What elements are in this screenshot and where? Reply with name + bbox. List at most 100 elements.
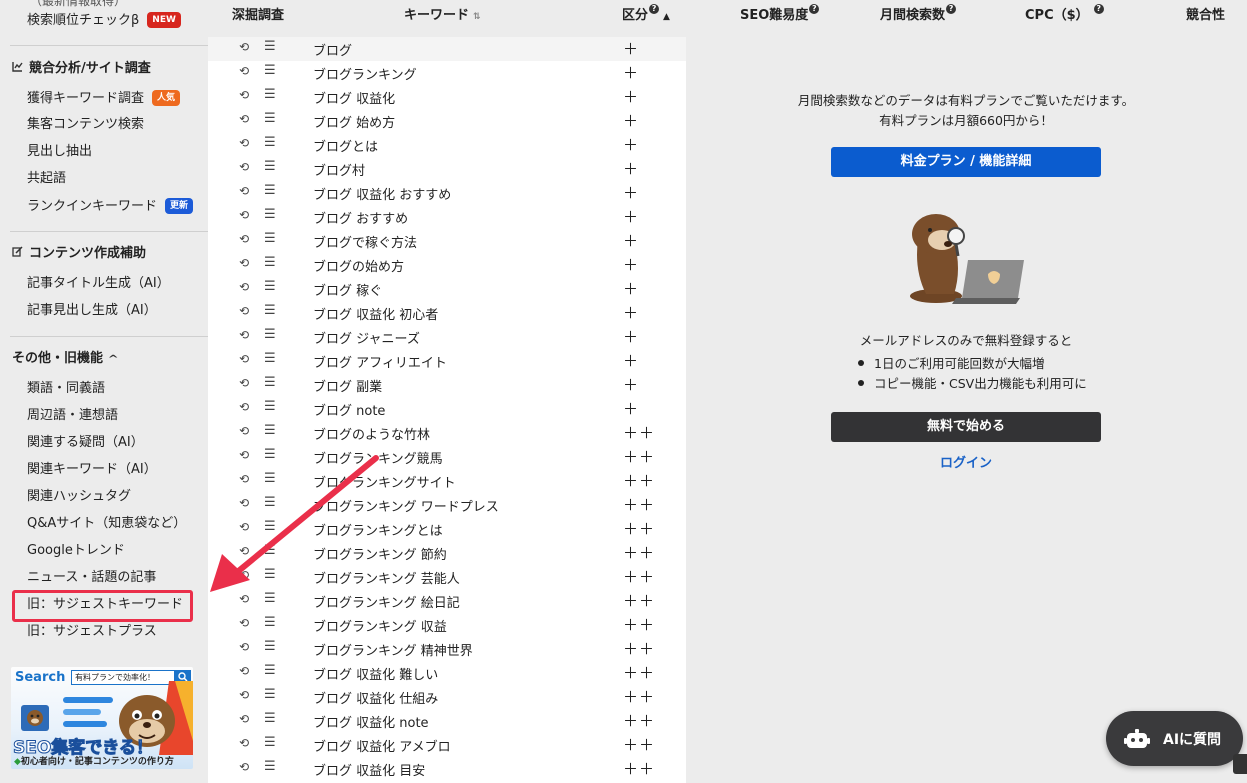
menu-icon[interactable]: ☰ [264,615,276,630]
refresh-icon[interactable]: ⟲ [239,208,249,222]
sidebar-item-title-gen[interactable]: 記事タイトル生成（AI） [27,274,170,294]
keyword-cell[interactable]: ブログ 収益化 目安 [313,760,425,779]
keyword-cell[interactable]: ブログ 収益化 おすすめ [313,184,451,203]
menu-icon[interactable]: ☰ [264,159,276,174]
menu-icon[interactable]: ☰ [264,111,276,126]
keyword-cell[interactable]: ブログの始め方 [313,256,404,275]
sort-icon[interactable]: ⇅ [473,12,481,22]
menu-icon[interactable]: ☰ [264,711,276,726]
refresh-icon[interactable]: ⟲ [239,280,249,294]
menu-icon[interactable]: ☰ [264,399,276,414]
menu-icon[interactable]: ☰ [264,759,276,774]
refresh-icon[interactable]: ⟲ [239,160,249,174]
keyword-cell[interactable]: ブログ 始め方 [313,112,395,131]
menu-icon[interactable]: ☰ [264,183,276,198]
refresh-icon[interactable]: ⟲ [239,256,249,270]
menu-icon[interactable]: ☰ [264,303,276,318]
ai-question-button[interactable]: AIに質問 [1106,711,1243,766]
refresh-icon[interactable]: ⟲ [239,400,249,414]
menu-icon[interactable]: ☰ [264,207,276,222]
promo-banner[interactable]: Search 有料プランで効率化！ SEO集客できる！ ◆初心者向け・記事コンテ… [11,667,193,769]
refresh-icon[interactable]: ⟲ [239,184,249,198]
sidebar-item-rankin-keywords[interactable]: ランクインキーワード 更新 [27,197,194,217]
refresh-icon[interactable]: ⟲ [239,112,249,126]
keyword-cell[interactable]: ブログ 収益化 初心者 [313,304,438,323]
menu-icon[interactable]: ☰ [264,639,276,654]
keyword-cell[interactable]: ブログ [313,40,352,59]
login-link[interactable]: ログイン [686,452,1246,471]
sidebar-item-old-suggest-plus[interactable]: 旧：サジェストプラス [27,622,157,642]
keyword-cell[interactable]: ブログ 収益化 [313,88,395,107]
help-icon[interactable]: ? [1093,4,1104,14]
column-header-keyword[interactable]: キーワード ⇅ [404,4,481,23]
menu-icon[interactable]: ☰ [264,663,276,678]
refresh-icon[interactable]: ⟲ [239,760,249,774]
keyword-cell[interactable]: ブログ 収益化 難しい [313,664,438,683]
sidebar-item-related-questions[interactable]: 関連する疑問（AI） [27,433,144,453]
keyword-cell[interactable]: ブログで稼ぐ方法 [313,232,417,251]
sort-asc-icon[interactable]: ▲ [663,12,670,22]
menu-icon[interactable]: ☰ [264,735,276,750]
keyword-cell[interactable]: ブログのような竹林 [313,424,430,443]
refresh-icon[interactable]: ⟲ [239,40,249,54]
section-heading-other[interactable]: その他・旧機能 ^ [12,349,119,369]
keyword-cell[interactable]: ブログ 副業 [313,376,382,395]
menu-icon[interactable]: ☰ [264,351,276,366]
menu-icon[interactable]: ☰ [264,423,276,438]
keyword-cell[interactable]: ブログ アフィリエイト [313,352,447,371]
menu-icon[interactable]: ☰ [264,135,276,150]
menu-icon[interactable]: ☰ [264,279,276,294]
refresh-icon[interactable]: ⟲ [239,712,249,726]
refresh-icon[interactable]: ⟲ [239,664,249,678]
keyword-cell[interactable]: ブログ 収益化 note [313,712,429,731]
keyword-cell[interactable]: ブログ 稼ぐ [313,280,382,299]
column-header-category[interactable]: 区分 ?▲ [622,4,670,23]
keyword-cell[interactable]: ブログとは [313,136,378,155]
keyword-cell[interactable]: ブログ ジャニーズ [313,328,420,347]
sidebar-item-rank-check[interactable]: 検索順位チェックβ NEW [27,11,181,31]
refresh-icon[interactable]: ⟲ [239,304,249,318]
keyword-cell[interactable]: ブログランキング 精神世界 [313,640,473,659]
refresh-icon[interactable]: ⟲ [239,328,249,342]
keyword-cell[interactable]: ブログ 収益化 アメブロ [313,736,451,755]
refresh-icon[interactable]: ⟲ [239,424,249,438]
sidebar-item-hashtags[interactable]: 関連ハッシュタグ [27,487,131,507]
keyword-cell[interactable]: ブログ note [313,400,385,419]
refresh-icon[interactable]: ⟲ [239,352,249,366]
keyword-cell[interactable]: ブログランキング [313,64,417,83]
help-icon[interactable]: ? [809,4,820,14]
sidebar-item-content-search[interactable]: 集客コンテンツ検索 [27,115,144,135]
help-icon[interactable]: ? [649,4,660,14]
sidebar-item-qa-sites[interactable]: Q&Aサイト（知恵袋など） [27,514,186,534]
help-icon[interactable]: ? [946,4,957,14]
keyword-cell[interactable]: ブログ 収益化 仕組み [313,688,438,707]
sidebar-item-related-keywords[interactable]: 関連キーワード（AI） [27,460,157,480]
plan-details-button[interactable]: 料金プラン / 機能詳細 [831,147,1101,177]
menu-icon[interactable]: ☰ [264,39,276,54]
refresh-icon[interactable]: ⟲ [239,232,249,246]
sidebar-item-cooccurrence[interactable]: 共起語 [27,169,66,189]
sidebar-item-acquired-keywords[interactable]: 獲得キーワード調査 人気 [27,89,181,109]
menu-icon[interactable]: ☰ [264,375,276,390]
menu-icon[interactable]: ☰ [264,687,276,702]
refresh-icon[interactable]: ⟲ [239,88,249,102]
sidebar-item-synonyms[interactable]: 類語・同義語 [27,379,105,399]
sidebar-item-news[interactable]: ニュース・話題の記事 [27,568,156,588]
refresh-icon[interactable]: ⟲ [239,736,249,750]
menu-icon[interactable]: ☰ [264,255,276,270]
keyword-cell[interactable]: ブログ村 [313,160,365,179]
refresh-icon[interactable]: ⟲ [239,136,249,150]
keyword-cell[interactable]: ブログ おすすめ [313,208,408,227]
menu-icon[interactable]: ☰ [264,87,276,102]
refresh-icon[interactable]: ⟲ [239,640,249,654]
refresh-icon[interactable]: ⟲ [239,688,249,702]
sidebar-item-heading-extract[interactable]: 見出し抽出 [27,142,92,162]
menu-icon[interactable]: ☰ [264,327,276,342]
menu-icon[interactable]: ☰ [264,231,276,246]
refresh-icon[interactable]: ⟲ [239,376,249,390]
refresh-icon[interactable]: ⟲ [239,64,249,78]
sidebar-item-associations[interactable]: 周辺語・連想語 [27,406,118,426]
refresh-icon[interactable]: ⟲ [239,616,249,630]
link-icon[interactable] [1233,754,1247,774]
sidebar-item-heading-gen[interactable]: 記事見出し生成（AI） [27,301,157,321]
